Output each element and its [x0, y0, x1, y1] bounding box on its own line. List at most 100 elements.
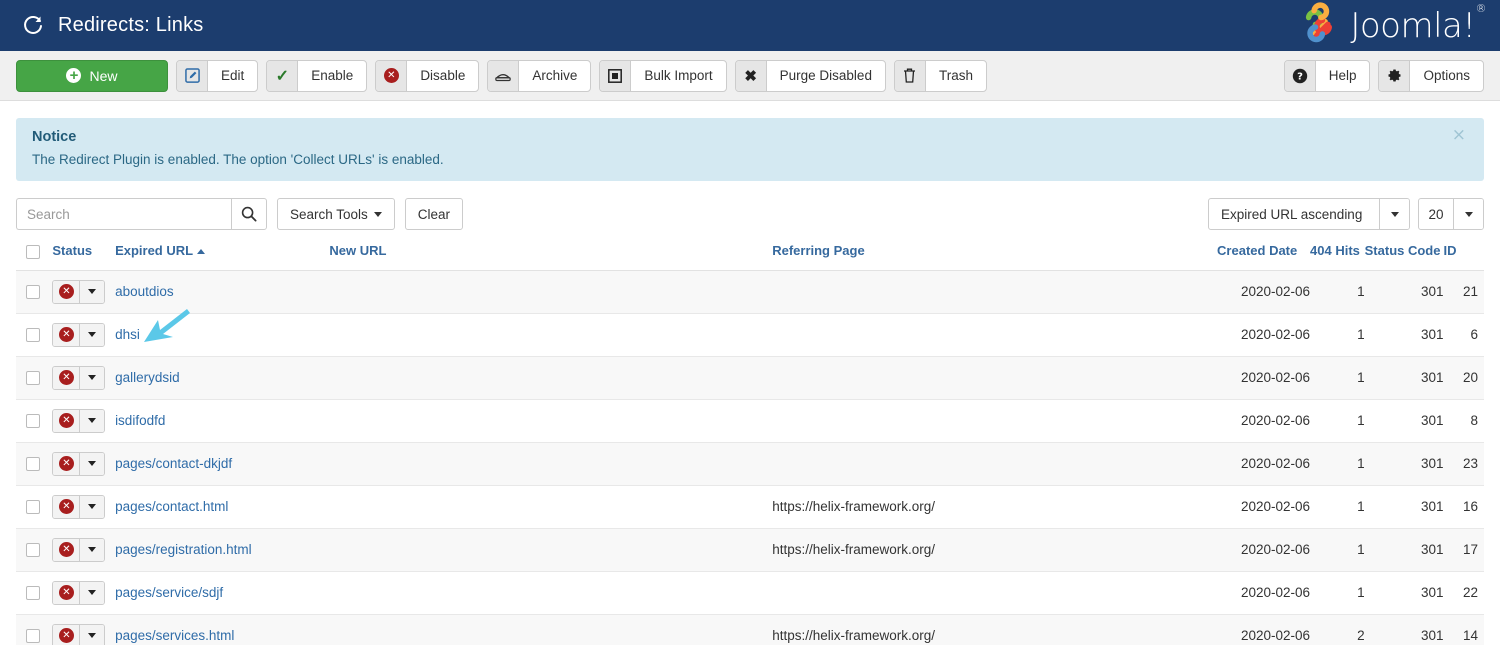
disable-button-label: Disable — [407, 61, 478, 91]
circle-x-icon[interactable]: ✕ — [53, 582, 80, 604]
chevron-down-icon[interactable] — [80, 625, 104, 645]
row-checkbox[interactable] — [26, 371, 40, 385]
trash-button[interactable]: Trash — [894, 60, 987, 92]
status-toggle-group[interactable]: ✕ — [52, 323, 105, 347]
sort-ascending-icon — [197, 249, 205, 254]
sort-select-value: Expired URL ascending — [1209, 199, 1379, 229]
expired-url-link[interactable]: pages/registration.html — [115, 542, 252, 557]
archive-button[interactable]: Archive — [487, 60, 591, 92]
row-checkbox[interactable] — [26, 500, 40, 514]
column-header-expired-url-label: Expired URL — [115, 243, 193, 258]
archive-button-label: Archive — [519, 61, 590, 91]
row-checkbox[interactable] — [26, 328, 40, 342]
expired-url-link[interactable]: isdifodfd — [115, 413, 165, 428]
table-header-row: Status Expired URL New URL Referring Pag… — [16, 243, 1484, 270]
new-button[interactable]: + New — [16, 60, 168, 92]
close-icon[interactable]: × — [1452, 127, 1466, 144]
chevron-down-icon[interactable] — [80, 453, 104, 475]
expired-url-link[interactable]: pages/service/sdjf — [115, 585, 223, 600]
chevron-down-icon[interactable] — [80, 367, 104, 389]
status-toggle-group[interactable]: ✕ — [52, 280, 105, 304]
purge-disabled-button[interactable]: ✖ Purge Disabled — [735, 60, 886, 92]
row-checkbox[interactable] — [26, 586, 40, 600]
column-header-id[interactable]: ID — [1444, 243, 1485, 270]
status-toggle-group[interactable]: ✕ — [52, 452, 105, 476]
chevron-down-icon[interactable] — [1379, 199, 1409, 229]
circle-x-icon[interactable]: ✕ — [53, 281, 80, 303]
search-icon[interactable] — [231, 198, 267, 230]
column-header-created-date[interactable]: Created Date — [1217, 243, 1310, 270]
column-header-referring-page[interactable]: Referring Page — [772, 243, 1217, 270]
search-left-group: Search Tools Clear — [16, 198, 463, 230]
search-tools-button[interactable]: Search Tools — [277, 198, 395, 230]
enable-button[interactable]: ✓ Enable — [266, 60, 367, 92]
options-button[interactable]: Options — [1378, 60, 1484, 92]
circle-x-icon[interactable]: ✕ — [53, 324, 80, 346]
status-toggle-group[interactable]: ✕ — [52, 366, 105, 390]
circle-x-icon[interactable]: ✕ — [53, 453, 80, 475]
expired-url-link[interactable]: aboutdios — [115, 284, 174, 299]
row-id-cell: 20 — [1444, 356, 1485, 399]
edit-button[interactable]: Edit — [176, 60, 258, 92]
column-header-status-code[interactable]: Status Code — [1365, 243, 1444, 270]
clear-button[interactable]: Clear — [405, 198, 463, 230]
pencil-square-icon — [177, 61, 208, 91]
column-header-status[interactable]: Status — [52, 243, 115, 270]
chevron-down-icon[interactable] — [80, 539, 104, 561]
bulk-import-button[interactable]: Bulk Import — [599, 60, 726, 92]
disable-button[interactable]: ✕ Disable — [375, 60, 479, 92]
row-checkbox[interactable] — [26, 543, 40, 557]
row-status-code-cell: 301 — [1365, 399, 1444, 442]
expired-url-link[interactable]: pages/contact-dkjdf — [115, 456, 232, 471]
status-toggle-group[interactable]: ✕ — [52, 538, 105, 562]
column-header-new-url[interactable]: New URL — [329, 243, 772, 270]
chevron-down-icon[interactable] — [80, 496, 104, 518]
row-referring-page-cell — [772, 356, 1217, 399]
status-toggle-group[interactable]: ✕ — [52, 495, 105, 519]
row-checkbox[interactable] — [26, 457, 40, 471]
sort-select[interactable]: Expired URL ascending — [1208, 198, 1410, 230]
chevron-down-icon[interactable] — [1453, 199, 1483, 229]
search-input[interactable] — [16, 198, 231, 230]
circle-x-icon[interactable]: ✕ — [53, 410, 80, 432]
status-toggle-group[interactable]: ✕ — [52, 581, 105, 605]
row-status-code-cell: 301 — [1365, 270, 1444, 313]
circle-x-icon[interactable]: ✕ — [53, 625, 80, 645]
column-header-expired-url[interactable]: Expired URL — [115, 243, 329, 270]
expired-url-link[interactable]: pages/services.html — [115, 628, 234, 643]
chevron-down-icon[interactable] — [80, 281, 104, 303]
expired-url-link[interactable]: pages/contact.html — [115, 499, 228, 514]
status-toggle-group[interactable]: ✕ — [52, 409, 105, 433]
row-checkbox[interactable] — [26, 285, 40, 299]
row-status-code-cell: 301 — [1365, 614, 1444, 645]
row-checkbox[interactable] — [26, 629, 40, 643]
header-left-group: Redirects: Links — [22, 14, 203, 37]
select-all-checkbox[interactable] — [26, 245, 40, 259]
column-header-404-hits[interactable]: 404 Hits — [1310, 243, 1365, 270]
row-checkbox[interactable] — [26, 414, 40, 428]
x-mark-icon: ✖ — [736, 61, 767, 91]
list-limit-select[interactable]: 20 — [1418, 198, 1484, 230]
chevron-down-icon[interactable] — [80, 582, 104, 604]
circle-x-icon[interactable]: ✕ — [53, 496, 80, 518]
notice-banner: Notice The Redirect Plugin is enabled. T… — [16, 118, 1484, 181]
row-referring-page-cell: https://helix-framework.org/ — [772, 485, 1217, 528]
row-status-cell: ✕ — [52, 313, 115, 356]
row-select-cell — [16, 528, 52, 571]
chevron-down-icon[interactable] — [80, 324, 104, 346]
chevron-down-icon — [374, 212, 382, 217]
circle-x-icon[interactable]: ✕ — [53, 367, 80, 389]
circle-x-icon[interactable]: ✕ — [53, 539, 80, 561]
expired-url-link[interactable]: gallerydsid — [115, 370, 180, 385]
status-toggle-group[interactable]: ✕ — [52, 624, 105, 645]
help-button-label: Help — [1316, 61, 1370, 91]
row-status-code-cell: 301 — [1365, 356, 1444, 399]
row-new-url-cell — [329, 356, 772, 399]
chevron-down-icon[interactable] — [80, 410, 104, 432]
row-select-cell — [16, 614, 52, 645]
help-button[interactable]: ? Help — [1284, 60, 1371, 92]
expired-url-link[interactable]: dhsi — [115, 327, 140, 342]
row-created-date-cell: 2020-02-06 — [1217, 313, 1310, 356]
row-new-url-cell — [329, 442, 772, 485]
svg-text:?: ? — [1297, 71, 1303, 82]
